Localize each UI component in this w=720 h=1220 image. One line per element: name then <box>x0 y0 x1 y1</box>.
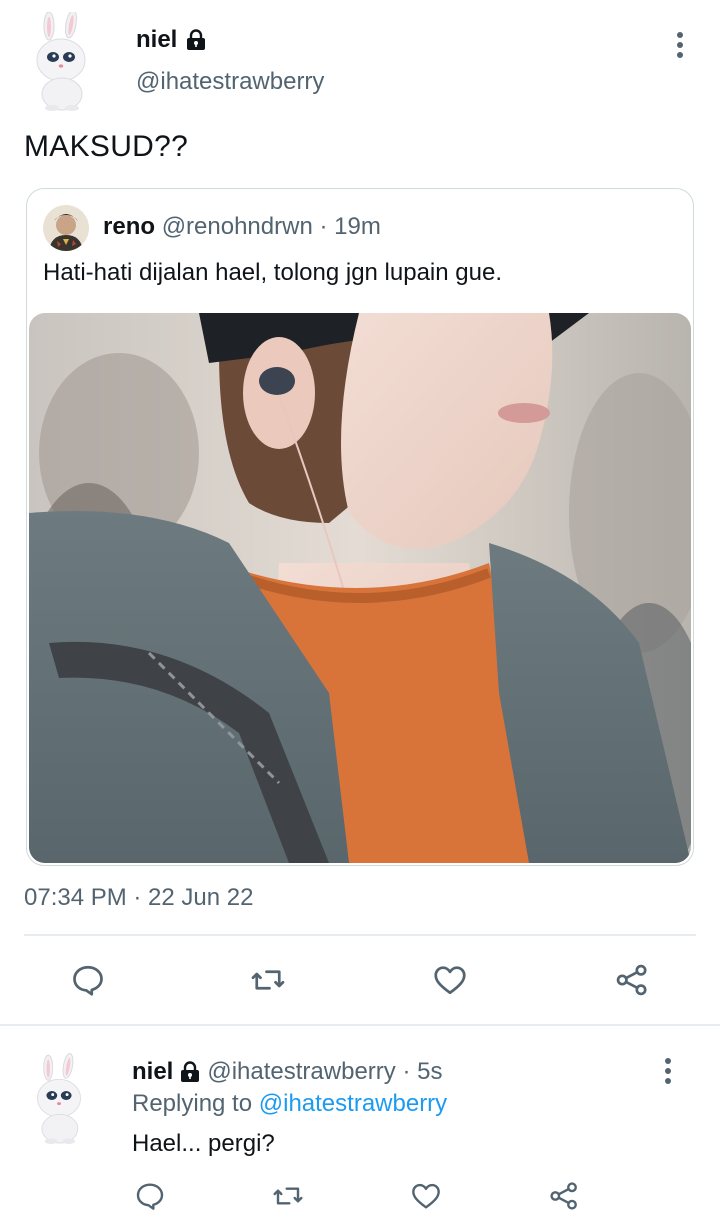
reply-text: Hael... pergi? <box>132 1130 275 1157</box>
share-icon <box>550 1182 577 1210</box>
quoted-tweet-text: Hati-hati dijalan hael, tolong jgn lupai… <box>43 259 502 286</box>
lock-icon <box>181 1061 200 1082</box>
tweet-timestamp: 07:34 PM · 22 Jun 22 <box>24 884 254 911</box>
quoted-tweet-card[interactable]: reno @renohndrwn · 19m Hati-hati dijalan… <box>26 188 694 866</box>
replying-to: Replying to @ihatestrawberry <box>132 1090 447 1118</box>
quoted-header: reno @renohndrwn · 19m <box>103 213 381 241</box>
reply-button[interactable] <box>128 1174 172 1218</box>
reply-author-meta: @ihatestrawberry · 5s <box>207 1058 443 1085</box>
quoted-tweet-image[interactable] <box>29 313 691 863</box>
reply-button[interactable] <box>66 958 110 1002</box>
more-options-icon[interactable] <box>668 30 692 60</box>
like-icon <box>434 966 466 995</box>
quoted-author-meta: @renohndrwn · 19m <box>161 213 381 240</box>
share-button[interactable] <box>542 1174 586 1218</box>
retweet-icon <box>251 970 285 990</box>
author-handle[interactable]: @ihatestrawberry <box>136 68 324 96</box>
reply-icon <box>136 1183 164 1210</box>
like-button[interactable] <box>428 958 472 1002</box>
tweet-text: MAKSUD?? <box>24 130 189 163</box>
bunny-avatar-icon <box>37 1053 81 1144</box>
author-name-text: niel <box>136 26 178 53</box>
more-options-icon[interactable] <box>656 1056 680 1086</box>
person-photo <box>29 313 691 863</box>
replying-to-mention[interactable]: @ihatestrawberry <box>259 1090 447 1117</box>
author-avatar[interactable] <box>22 9 100 112</box>
author-name[interactable]: niel <box>136 26 207 54</box>
quoted-author-avatar <box>43 205 89 251</box>
reply-author-name[interactable]: niel <box>132 1058 173 1086</box>
retweet-button[interactable] <box>246 958 290 1002</box>
share-icon <box>616 964 647 996</box>
quoted-author-name: reno <box>103 213 156 240</box>
like-button[interactable] <box>404 1174 448 1218</box>
reply-icon <box>73 965 103 996</box>
retweet-button[interactable] <box>266 1174 310 1218</box>
reply-header: niel @ihatestrawberry · 5s <box>132 1058 442 1086</box>
share-button[interactable] <box>610 958 654 1002</box>
reply-tweet[interactable]: niel @ihatestrawberry · 5s Replying to @… <box>0 1026 720 1220</box>
divider <box>24 934 696 936</box>
like-icon <box>412 1183 440 1209</box>
replying-to-label: Replying to <box>132 1090 253 1117</box>
reply-author-avatar[interactable] <box>24 1050 94 1150</box>
main-tweet: niel @ihatestrawberry MAKSUD?? reno @ren… <box>0 0 720 1026</box>
retweet-icon <box>273 1187 303 1205</box>
bunny-avatar-icon <box>36 9 86 111</box>
lock-icon <box>187 29 206 50</box>
